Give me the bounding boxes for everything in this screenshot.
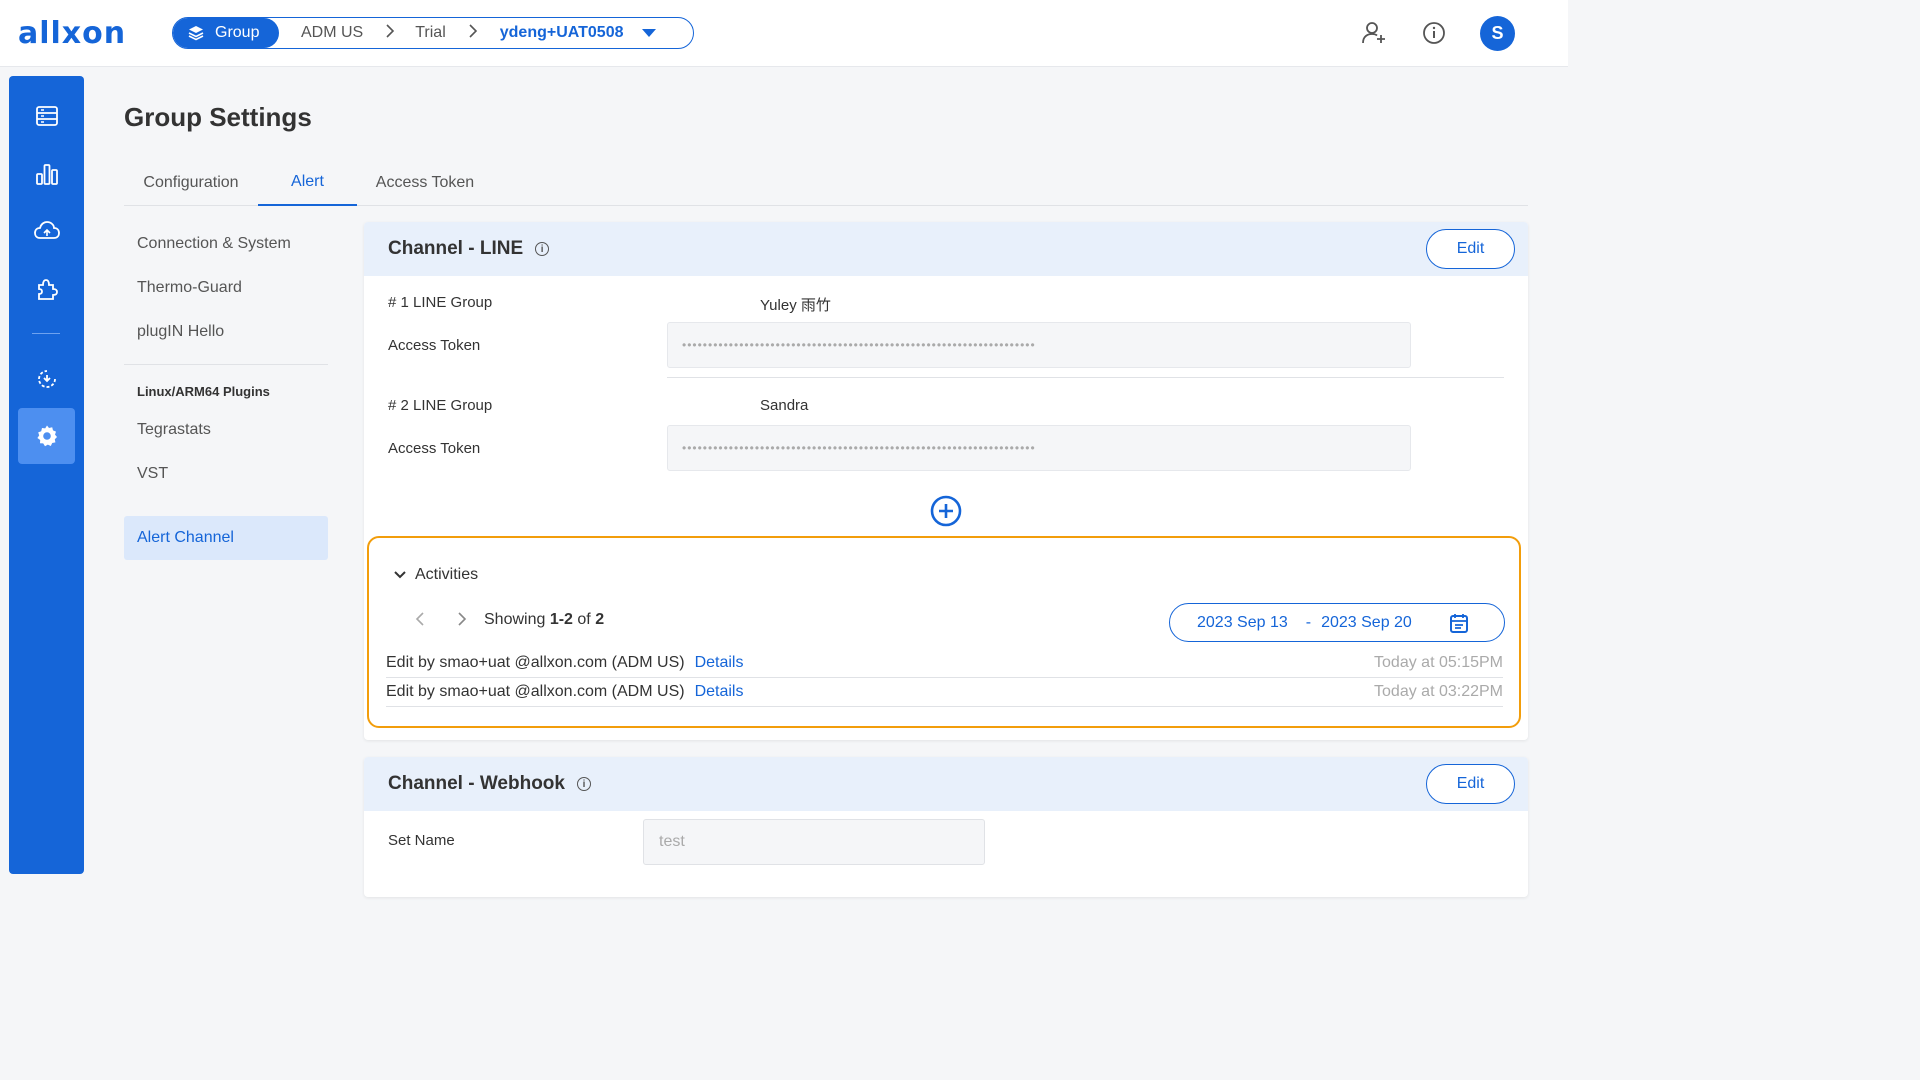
caret-down-icon[interactable] [641, 29, 656, 37]
set-name-label: Set Name [388, 832, 455, 849]
chevron-down-icon [394, 571, 406, 579]
add-line-group-button[interactable] [930, 495, 962, 527]
subnav-plugins-header: Linux/ARM64 Plugins [137, 384, 270, 399]
subnav-item-tegrastats[interactable]: Tegrastats [137, 421, 211, 439]
user-avatar[interactable]: S [1480, 16, 1515, 51]
line-edit-button[interactable]: Edit [1426, 229, 1515, 269]
showing-of: of [577, 611, 591, 628]
calendar-icon[interactable] [1449, 612, 1469, 634]
activity-time: Today at 05:15PM [1374, 654, 1503, 671]
date-from: 2023 Sep 13 [1197, 613, 1288, 631]
sidebar-divider [32, 333, 60, 334]
sidebar-item-ota[interactable] [18, 351, 75, 407]
main-sidebar [9, 76, 84, 874]
cloud-sync-icon [33, 221, 60, 239]
add-user-icon[interactable] [1361, 20, 1387, 46]
plus-circle-icon [930, 495, 962, 527]
line-channel-card: Channel - LINE i Edit # 1 LINE Group Yul… [364, 222, 1528, 740]
tab-alert[interactable]: Alert [258, 160, 357, 206]
line-channel-header: Channel - LINE i Edit [364, 222, 1528, 276]
refresh-update-icon [37, 370, 56, 388]
line-channel-title: Channel - LINE [388, 238, 524, 259]
subnav-item-connection-system[interactable]: Connection & System [137, 235, 291, 253]
bar-chart-icon [35, 164, 58, 185]
set-name-field[interactable]: test [643, 819, 985, 865]
tab-access-token[interactable]: Access Token [357, 160, 493, 206]
breadcrumb: Group ADM US Trial ydeng+UAT0508 [172, 17, 694, 49]
webhook-channel-card: Channel - Webhook i Edit Set Name test [364, 757, 1528, 897]
pager-next-icon[interactable] [457, 611, 467, 632]
line-group-1-token-field[interactable]: ••••••••••••••••••••••••••••••••••••••••… [667, 322, 1411, 368]
line-group-1-label: # 1 LINE Group [388, 294, 493, 311]
activities-toggle[interactable]: Activities [393, 566, 478, 584]
breadcrumb-current-group[interactable]: ydeng+UAT0508 [478, 24, 642, 42]
activity-details-link[interactable]: Details [695, 683, 744, 701]
subnav-divider [124, 364, 328, 365]
activities-title: Activities [415, 566, 479, 583]
info-icon[interactable]: i [535, 242, 550, 256]
sidebar-item-cloud[interactable] [18, 203, 75, 259]
line-group-1-name: Yuley 雨竹 [760, 297, 831, 314]
page-title: Group Settings [124, 102, 312, 132]
puzzle-icon [37, 279, 58, 300]
sidebar-item-settings[interactable] [18, 408, 75, 464]
webhook-channel-header: Channel - Webhook i Edit [364, 757, 1528, 811]
activities-panel: Activities Showing 1-2 of 2 2023 Sep 13 … [367, 536, 1521, 728]
activity-row: Edit by smao+uat @allxon.com (ADM US) De… [386, 678, 1503, 707]
activity-text: Edit by smao+uat @allxon.com (ADM US) [386, 683, 685, 700]
gear-icon [36, 425, 57, 447]
chevron-right-icon [458, 23, 478, 43]
line-group-1-token-label: Access Token [388, 337, 481, 354]
breadcrumb-item-org[interactable]: ADM US [279, 24, 375, 42]
info-icon[interactable]: i [576, 777, 591, 791]
breadcrumb-item-trial[interactable]: Trial [395, 24, 458, 42]
date-separator: - [1305, 613, 1312, 631]
subnav-item-alert-channel[interactable]: Alert Channel [124, 516, 328, 560]
showing-total: 2 [595, 611, 605, 628]
allxon-logo[interactable]: allxon [18, 16, 126, 51]
activity-text: Edit by smao+uat @allxon.com (ADM US) [386, 654, 685, 671]
chevron-right-icon [375, 23, 395, 43]
breadcrumb-group-pill[interactable]: Group [173, 18, 279, 48]
activity-row: Edit by smao+uat @allxon.com (ADM US) De… [386, 649, 1503, 678]
date-range-picker[interactable]: 2023 Sep 13 - 2023 Sep 20 [1169, 603, 1505, 642]
activity-time: Today at 03:22PM [1374, 683, 1503, 700]
showing-prefix: Showing [484, 611, 546, 628]
breadcrumb-group-label: Group [215, 24, 260, 41]
info-circle-icon[interactable] [1421, 20, 1447, 46]
server-list-icon [35, 106, 58, 126]
line-group-2-label: # 2 LINE Group [388, 397, 493, 414]
line-group-divider [667, 377, 1504, 378]
settings-tabs: Configuration Alert Access Token [124, 160, 1528, 206]
sidebar-item-analytics[interactable] [18, 146, 75, 202]
layers-icon [188, 26, 204, 41]
subnav-item-plugin-hello[interactable]: plugIN Hello [137, 323, 224, 341]
subnav-item-vst[interactable]: VST [137, 465, 168, 483]
pagination-summary: Showing 1-2 of 2 [484, 611, 604, 629]
pager-prev-icon[interactable] [415, 611, 425, 632]
line-group-2-name: Sandra [760, 397, 809, 414]
sidebar-item-plugins[interactable] [18, 261, 75, 317]
webhook-channel-title: Channel - Webhook [388, 773, 565, 794]
sidebar-item-devices[interactable] [18, 88, 75, 144]
tab-configuration[interactable]: Configuration [124, 160, 258, 206]
activity-details-link[interactable]: Details [695, 654, 744, 672]
line-group-2-token-field[interactable]: ••••••••••••••••••••••••••••••••••••••••… [667, 425, 1411, 471]
subnav-item-thermo-guard[interactable]: Thermo-Guard [137, 279, 242, 297]
webhook-edit-button[interactable]: Edit [1426, 764, 1515, 804]
top-bar: allxon Group ADM US Trial ydeng+UAT0508 … [0, 0, 1568, 67]
line-group-2-token-label: Access Token [388, 440, 481, 457]
showing-range: 1-2 [549, 611, 573, 628]
date-to: 2023 Sep 20 [1321, 613, 1412, 631]
